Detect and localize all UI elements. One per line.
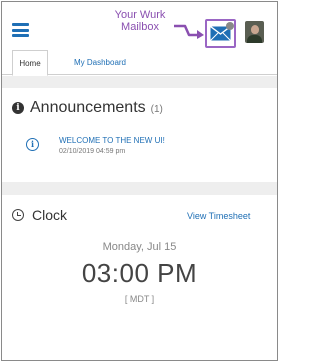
app-frame: Your Wurk Mailbox Home My Dashboard i An…: [1, 1, 278, 361]
hamburger-icon[interactable]: [12, 23, 29, 37]
tab-home[interactable]: Home: [12, 50, 48, 76]
announcements-card: i Announcements (1) i WELCOME TO THE NEW…: [2, 88, 277, 182]
clock-icon: [12, 209, 24, 221]
callout-arrow-icon: [174, 24, 204, 39]
clock-title: Clock: [32, 207, 68, 223]
info-icon: i: [12, 102, 24, 114]
announcements-title: Announcements: [30, 99, 146, 116]
clock-time: 03:00 PM: [81, 258, 198, 288]
clock-header: Clock: [12, 207, 67, 223]
clock-date: Monday, Jul 15: [102, 241, 177, 253]
announcement-item[interactable]: i WELCOME TO THE NEW UI! 02/10/2019 04:5…: [26, 136, 256, 170]
clock-card: Clock View Timesheet Monday, Jul 15 03:0…: [2, 195, 277, 360]
top-bar: Your Wurk Mailbox: [2, 2, 277, 50]
section-divider: [2, 76, 277, 88]
announcements-count: (1): [150, 104, 163, 115]
mailbox-callout: Your Wurk Mailbox: [114, 9, 166, 33]
mailbox-button[interactable]: [205, 19, 236, 48]
avatar[interactable]: [245, 21, 264, 43]
tab-my-dashboard[interactable]: My Dashboard: [60, 50, 140, 75]
view-timesheet-link[interactable]: View Timesheet: [187, 211, 250, 221]
announcement-title-link[interactable]: WELCOME TO THE NEW UI!: [59, 136, 165, 145]
tab-bar: Home My Dashboard: [2, 50, 277, 76]
section-divider: [2, 182, 277, 195]
notification-badge: [226, 22, 234, 30]
info-outline-icon: i: [26, 138, 39, 151]
clock-timezone: [ MDT ]: [124, 294, 155, 304]
announcements-header: i Announcements (1): [12, 98, 163, 118]
announcement-date: 02/10/2019 04:59 pm: [59, 148, 126, 155]
